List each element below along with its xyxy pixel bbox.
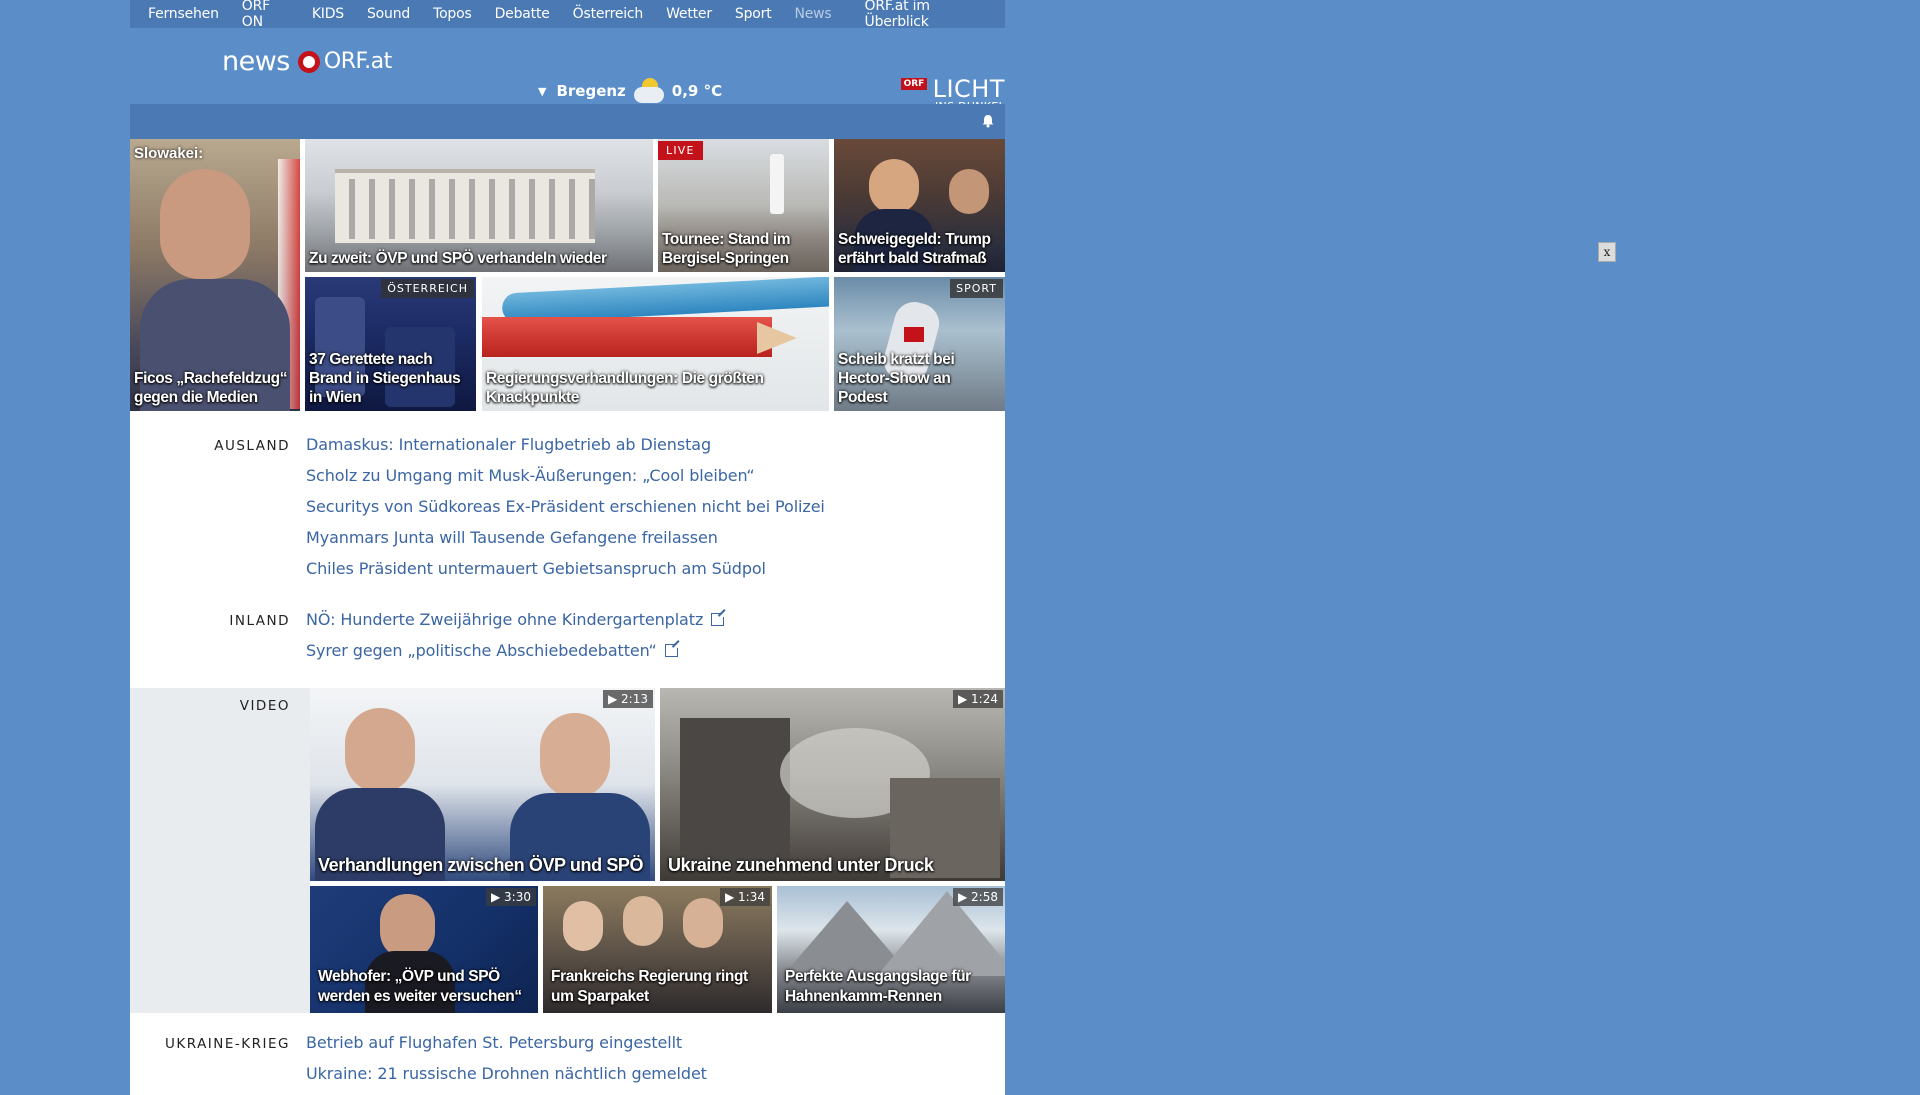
section-label-inland: INLAND [229, 613, 290, 629]
headline-link[interactable]: Securitys von Südkoreas Ex-Präsident ers… [306, 497, 825, 516]
licht-title: LICHT [932, 75, 1005, 103]
story-tile-scheib[interactable]: SPORT Scheib kratzt bei Hector-Show an P… [834, 277, 1005, 411]
nav-kids[interactable]: KIDS [312, 6, 344, 22]
list-item: Syrer gegen „politische Abschiebedebatte… [306, 641, 724, 672]
video-tile[interactable]: ▶ 3:30 Webhofer: „ÖVP und SPÖ werden es … [310, 886, 538, 1013]
ticker-bar [130, 104, 1005, 139]
video-tile[interactable]: ▶ 2:58 Perfekte Ausgangslage für Hahnenk… [777, 886, 1005, 1013]
bell-icon[interactable] [981, 114, 995, 128]
external-link-icon [664, 641, 681, 657]
list-item: Betrieb auf Flughafen St. Petersburg ein… [306, 1033, 707, 1064]
tile-caption: Schweigegeld: Trump erfährt bald Strafma… [838, 231, 991, 267]
list-item: Scholz zu Umgang mit Musk-Äußerungen: „C… [306, 466, 825, 497]
video-caption: Verhandlungen zwischen ÖVP und SPÖ [318, 855, 644, 875]
news-orf-logo[interactable]: news ORF.at [222, 46, 392, 77]
news-content: AUSLAND Damaskus: Internationaler Flugbe… [130, 411, 1005, 1095]
tile-caption: Tournee: Stand im Bergisel-Springen [662, 231, 791, 267]
section-ukraine-krieg: UKRAINE-KRIEG Betrieb auf Flughafen St. … [130, 1013, 1005, 1095]
list-item: Chiles Präsident untermauert Gebietsansp… [306, 559, 825, 590]
list-item: Securitys von Südkoreas Ex-Präsident ers… [306, 497, 825, 528]
logo-news-text: news [222, 46, 290, 77]
dropdown-triangle-icon: ▼ [538, 84, 547, 98]
top-navigation: Fernsehen ORF ON KIDS Sound Topos Debatt… [130, 0, 1005, 30]
weather-widget[interactable]: ▼ Bregenz 0,9 °C [538, 78, 722, 104]
headline-list: NÖ: Hunderte Zweijährige ohne Kindergart… [306, 610, 728, 672]
headline-link[interactable]: NÖ: Hunderte Zweijährige ohne Kindergart… [306, 610, 728, 629]
headline-link[interactable]: Betrieb auf Flughafen St. Petersburg ein… [306, 1033, 682, 1052]
category-tag: ÖSTERREICH [381, 279, 474, 298]
site-header: news ORF.at ▼ Bregenz 0,9 °C ORF LICHT I… [130, 28, 1005, 113]
section-ausland: AUSLAND Damaskus: Internationaler Flugbe… [130, 411, 1005, 590]
story-tile-brand[interactable]: ÖSTERREICH 37 Gerettete nach Brand in St… [305, 277, 476, 411]
story-tile-regierung[interactable]: Regierungsverhandlungen: Die größten Kna… [482, 277, 829, 411]
video-tile[interactable]: ▶ 2:13 Verhandlungen zwischen ÖVP und SP… [310, 688, 655, 881]
close-button[interactable]: x [1598, 242, 1616, 262]
headline-link[interactable]: Scholz zu Umgang mit Musk-Äußerungen: „C… [306, 466, 755, 485]
headline-link[interactable]: Syrer gegen „politische Abschiebedebatte… [306, 641, 681, 660]
section-inland: INLAND NÖ: Hunderte Zweijährige ohne Kin… [130, 590, 1005, 672]
tile-caption: Regierungsverhandlungen: Die größten Kna… [486, 370, 764, 406]
list-item: Damaskus: Internationaler Flugbetrieb ab… [306, 435, 825, 466]
headline-list: Betrieb auf Flughafen St. Petersburg ein… [306, 1033, 707, 1095]
video-caption: Frankreichs Regierung ringt um Sparpaket [551, 968, 748, 1005]
nav-wetter[interactable]: Wetter [666, 6, 712, 22]
external-link-icon [711, 610, 728, 626]
video-duration: ▶ 3:30 [486, 888, 536, 906]
headline-list: Damaskus: Internationaler Flugbetrieb ab… [306, 435, 825, 590]
nav-topos[interactable]: Topos [433, 6, 472, 22]
video-caption: Ukraine zunehmend unter Druck [668, 855, 934, 875]
section-label-ausland: AUSLAND [214, 438, 290, 454]
category-tag: SPORT [950, 279, 1003, 298]
nav-news[interactable]: News [795, 6, 832, 22]
orf-badge: ORF [900, 78, 928, 90]
video-caption: Webhofer: „ÖVP und SPÖ werden es weiter … [318, 968, 522, 1005]
headline-link[interactable]: Myanmars Junta will Tausende Gefangene f… [306, 528, 718, 547]
live-badge: LIVE [658, 141, 703, 160]
tile-caption: Scheib kratzt bei Hector-Show an Podest [838, 351, 955, 406]
top-stories-grid: Slowakei: Ficos „Rachefeldzug“ gegen die… [130, 139, 1005, 411]
tile-caption: Zu zweit: ÖVP und SPÖ verhandeln wieder [309, 250, 607, 267]
video-duration: ▶ 2:58 [953, 888, 1003, 906]
nav-fernsehen[interactable]: Fernsehen [148, 6, 219, 22]
tile-kicker: Slowakei: [134, 145, 204, 162]
list-item: NÖ: Hunderte Zweijährige ohne Kindergart… [306, 610, 728, 641]
section-label-video: VIDEO [239, 698, 290, 714]
partly-cloudy-icon [632, 78, 666, 104]
video-grid: ▶ 2:13 Verhandlungen zwischen ÖVP und SP… [310, 688, 1005, 1013]
story-tile-tournee[interactable]: LIVE Tournee: Stand im Bergisel-Springen [658, 139, 829, 272]
story-tile-slowakei[interactable]: Slowakei: Ficos „Rachefeldzug“ gegen die… [130, 139, 300, 411]
weather-city: Bregenz [556, 82, 626, 100]
story-tile-zu-zweit[interactable]: Zu zweit: ÖVP und SPÖ verhandeln wieder [305, 139, 653, 272]
nav-sport[interactable]: Sport [735, 6, 772, 22]
nav-orf-on[interactable]: ORF ON [242, 0, 289, 30]
video-duration: ▶ 1:24 [953, 690, 1003, 708]
video-duration: ▶ 2:13 [603, 690, 653, 708]
nav-sound[interactable]: Sound [367, 6, 410, 22]
logo-orf-text: ORF.at [323, 49, 392, 74]
nav-orf-overview[interactable]: ORF.at im Überblick [865, 0, 982, 30]
video-duration: ▶ 1:34 [720, 888, 770, 906]
section-label-ukraine: UKRAINE-KRIEG [165, 1036, 290, 1052]
headline-link[interactable]: Ukraine: 21 russische Drohnen nächtlich … [306, 1064, 707, 1083]
headline-link[interactable]: Damaskus: Internationaler Flugbetrieb ab… [306, 435, 711, 454]
list-item: Myanmars Junta will Tausende Gefangene f… [306, 528, 825, 559]
tile-caption: Ficos „Rachefeldzug“ gegen die Medien [134, 370, 288, 406]
orf-ring-icon [297, 50, 320, 73]
video-tile[interactable]: ▶ 1:24 Ukraine zunehmend unter Druck [660, 688, 1005, 881]
nav-debatte[interactable]: Debatte [495, 6, 550, 22]
page: Fernsehen ORF ON KIDS Sound Topos Debatt… [130, 0, 1005, 1095]
section-video: VIDEO ▶ 2:13 Verhandlungen zwischen ÖVP … [130, 688, 1005, 1013]
story-tile-trump[interactable]: Schweigegeld: Trump erfährt bald Strafma… [834, 139, 1005, 272]
video-caption: Perfekte Ausgangslage für Hahnenkamm-Ren… [785, 968, 971, 1005]
headline-link[interactable]: Chiles Präsident untermauert Gebietsansp… [306, 559, 766, 578]
video-tile[interactable]: ▶ 1:34 Frankreichs Regierung ringt um Sp… [543, 886, 772, 1013]
tile-caption: 37 Gerettete nach Brand in Stiegenhaus i… [309, 351, 461, 406]
weather-temperature: 0,9 °C [671, 82, 723, 100]
nav-oesterreich[interactable]: Österreich [573, 6, 644, 22]
